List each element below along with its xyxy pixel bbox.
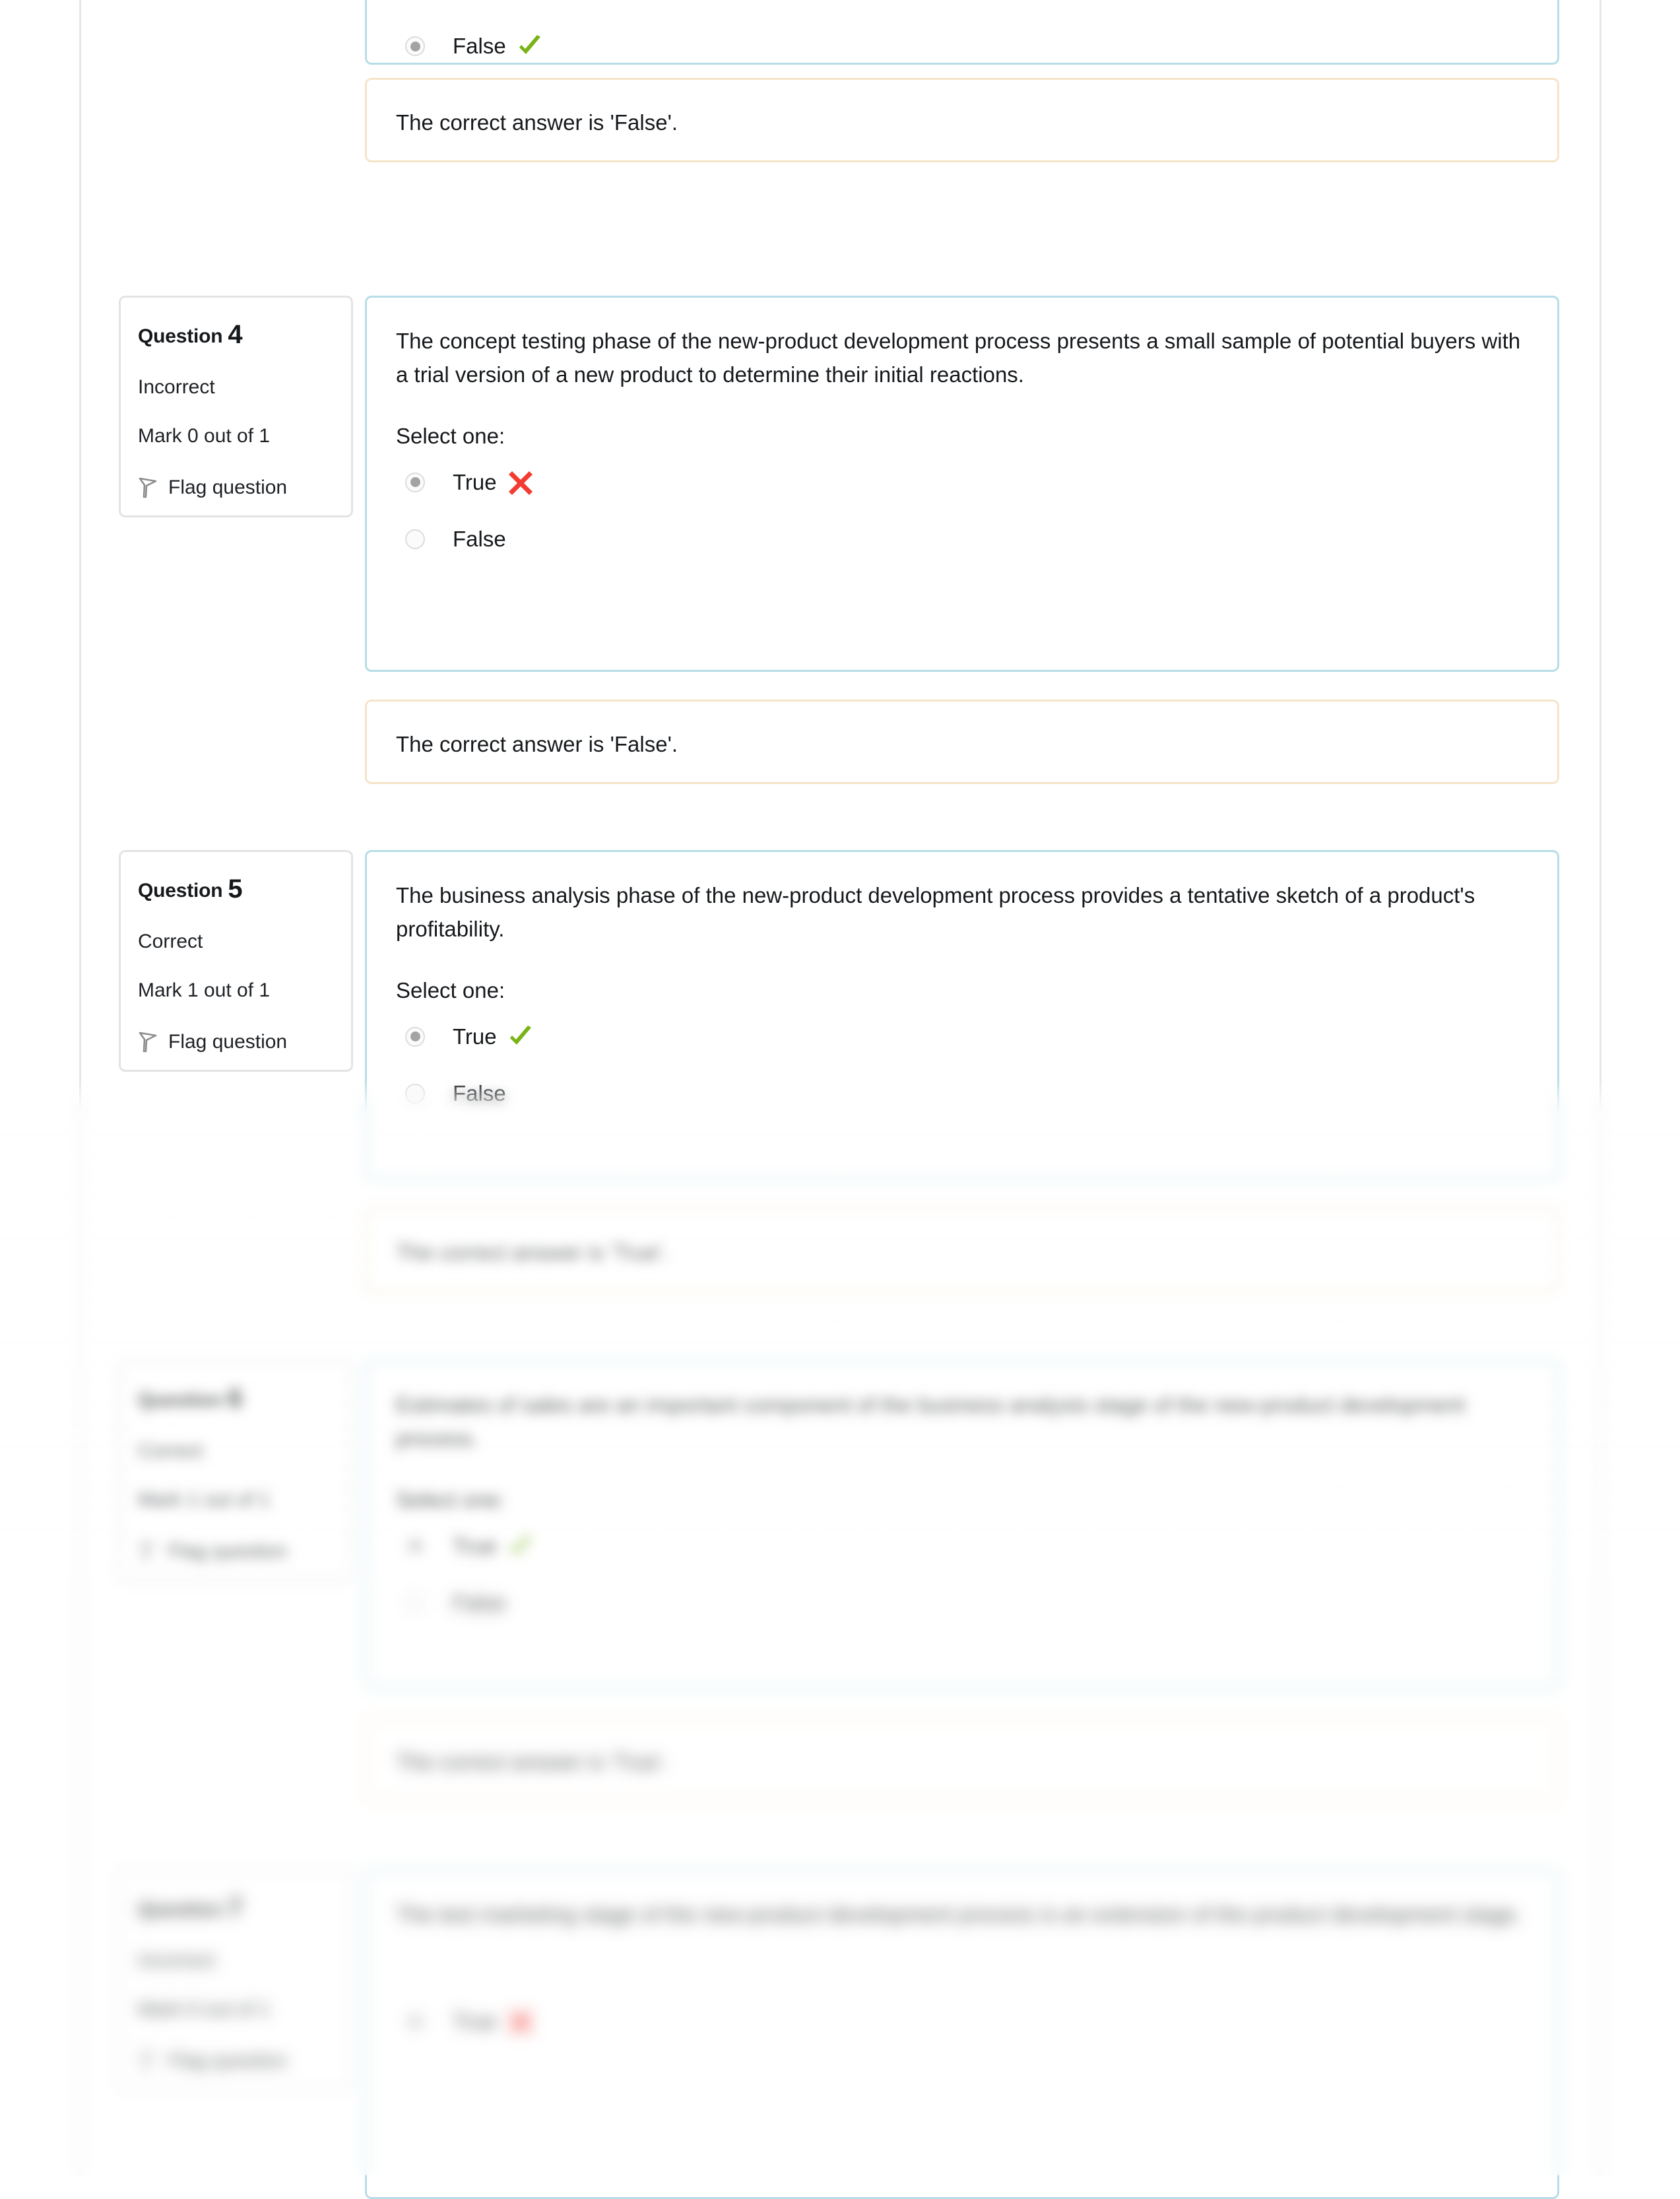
radio-button[interactable] <box>405 1083 425 1103</box>
answer-option-row[interactable]: False <box>396 24 1528 68</box>
answer-label: False <box>453 34 506 58</box>
question-number: 7 <box>228 1893 243 1922</box>
radio-button[interactable] <box>405 2012 425 2032</box>
question-mark: Mark 1 out of 1 <box>138 1489 271 1511</box>
page-left-rule <box>79 0 81 2175</box>
answer-label: False <box>453 1080 506 1105</box>
question-box-6: Estimates of sales are an important comp… <box>365 1360 1559 1690</box>
answer-list-6: True False <box>396 1525 1528 1625</box>
flag-question-button-7[interactable]: Flag question <box>138 2050 334 2072</box>
flag-question-label: Flag question <box>168 476 288 498</box>
question-box-5: The business analysis phase of the new-p… <box>365 850 1559 1180</box>
question-heading-6: Question 6 <box>138 1384 334 1414</box>
question-text-5: The business analysis phase of the new-p… <box>396 883 1475 942</box>
correct-check-icon <box>507 1024 533 1049</box>
question-state: Correct <box>138 931 203 952</box>
question-number: 6 <box>228 1384 243 1413</box>
question-word: Question <box>138 1899 223 1920</box>
flag-icon <box>138 1541 158 1562</box>
question-mark: Mark 0 out of 1 <box>138 1998 271 2020</box>
answer-option-row[interactable]: False <box>396 1581 1528 1625</box>
flag-icon <box>138 2051 158 2072</box>
question-mark: Mark 1 out of 1 <box>138 979 271 1001</box>
feedback-text: The correct answer is 'False'. <box>396 110 678 135</box>
feedback-text: The correct answer is 'True'. <box>396 1240 668 1264</box>
question-number: 5 <box>228 874 243 903</box>
question-word: Question <box>138 325 223 347</box>
question-info-4: Question 4 Incorrect Mark 0 out of 1 Flag… <box>119 296 353 517</box>
flag-icon <box>138 477 158 498</box>
feedback-text: The correct answer is 'False'. <box>396 732 678 756</box>
radio-button[interactable] <box>405 36 425 56</box>
question-word: Question <box>138 1389 223 1411</box>
question-box-7: The test marketing stage of the new-prod… <box>365 1869 1559 2199</box>
feedback-box-5: The correct answer is 'True'. <box>365 1208 1559 1292</box>
radio-button[interactable] <box>405 529 425 549</box>
answer-label: False <box>453 526 506 551</box>
radio-button[interactable] <box>405 1536 425 1556</box>
radio-button[interactable] <box>405 1026 425 1047</box>
flag-question-button-6[interactable]: Flag question <box>138 1540 334 1563</box>
flag-question-button-5[interactable]: Flag question <box>138 1031 334 1053</box>
question-state: Incorrect <box>138 376 215 398</box>
select-one-label: Select one: <box>396 977 505 1002</box>
answer-list-5: True False <box>396 1015 1528 1115</box>
flag-icon <box>138 1032 158 1053</box>
answer-label: True <box>453 1024 497 1049</box>
flag-question-label: Flag question <box>168 1540 288 1562</box>
answer-label: False <box>453 1590 506 1615</box>
answer-label: True <box>453 1533 497 1558</box>
answer-option-row[interactable]: True <box>396 1015 1528 1059</box>
question-state: Incorrect <box>138 1950 215 1971</box>
correct-check-icon <box>507 1534 533 1559</box>
select-one-label: Select one: <box>396 1487 505 1512</box>
question-mark: Mark 0 out of 1 <box>138 425 271 447</box>
question-text-7: The test marketing stage of the new-prod… <box>396 1902 1522 1926</box>
flag-question-label: Flag question <box>168 2050 288 2072</box>
select-one-label: Select one: <box>396 423 505 448</box>
answer-option-row[interactable]: False <box>396 517 1528 561</box>
answer-list-7: True <box>396 2000 1528 2043</box>
page-right-rule <box>1599 0 1601 2175</box>
feedback-box-partial: The correct answer is 'False'. <box>365 78 1559 162</box>
question-text-4: The concept testing phase of the new-pro… <box>396 329 1521 387</box>
answer-label: True <box>453 469 497 494</box>
answer-label: True <box>453 2009 497 2034</box>
question-text-6: Estimates of sales are an important comp… <box>396 1393 1465 1451</box>
question-heading-5: Question 5 <box>138 874 334 904</box>
answer-option-row[interactable]: False <box>396 1072 1528 1115</box>
feedback-box-6: The correct answer is 'True'. <box>365 1717 1559 1802</box>
quiz-review-page: False The correct answer is 'False'. Que… <box>0 0 1680 2199</box>
incorrect-cross-icon <box>507 2009 533 2035</box>
question-heading-7: Question 7 <box>138 1893 334 1923</box>
question-number: 4 <box>228 320 243 349</box>
question-word: Question <box>138 880 223 902</box>
question-info-5: Question 5 Correct Mark 1 out of 1 Flag q… <box>119 850 353 1072</box>
question-info-7: Question 7 Incorrect Mark 0 out of 1 Flag… <box>119 1869 353 2091</box>
radio-button[interactable] <box>405 1592 425 1613</box>
answer-option-row[interactable]: True <box>396 2000 1528 2043</box>
feedback-box-4: The correct answer is 'False'. <box>365 700 1559 784</box>
question-box-partial: False <box>365 0 1559 65</box>
question-heading-4: Question 4 <box>138 320 334 350</box>
flag-question-label: Flag question <box>168 1031 288 1053</box>
feedback-text: The correct answer is 'True'. <box>396 1750 668 1774</box>
question-box-4: The concept testing phase of the new-pro… <box>365 296 1559 672</box>
incorrect-cross-icon <box>507 470 533 495</box>
answer-list-4: True False <box>396 461 1528 561</box>
answer-option-row[interactable]: True <box>396 1525 1528 1568</box>
radio-button[interactable] <box>405 472 425 492</box>
answer-option-row[interactable]: True <box>396 461 1528 504</box>
question-info-6: Question 6 Correct Mark 1 out of 1 Flag q… <box>119 1360 353 1581</box>
question-state: Correct <box>138 1440 203 1462</box>
correct-check-icon <box>517 34 542 59</box>
answer-list: False <box>396 24 1528 68</box>
flag-question-button-4[interactable]: Flag question <box>138 476 334 499</box>
